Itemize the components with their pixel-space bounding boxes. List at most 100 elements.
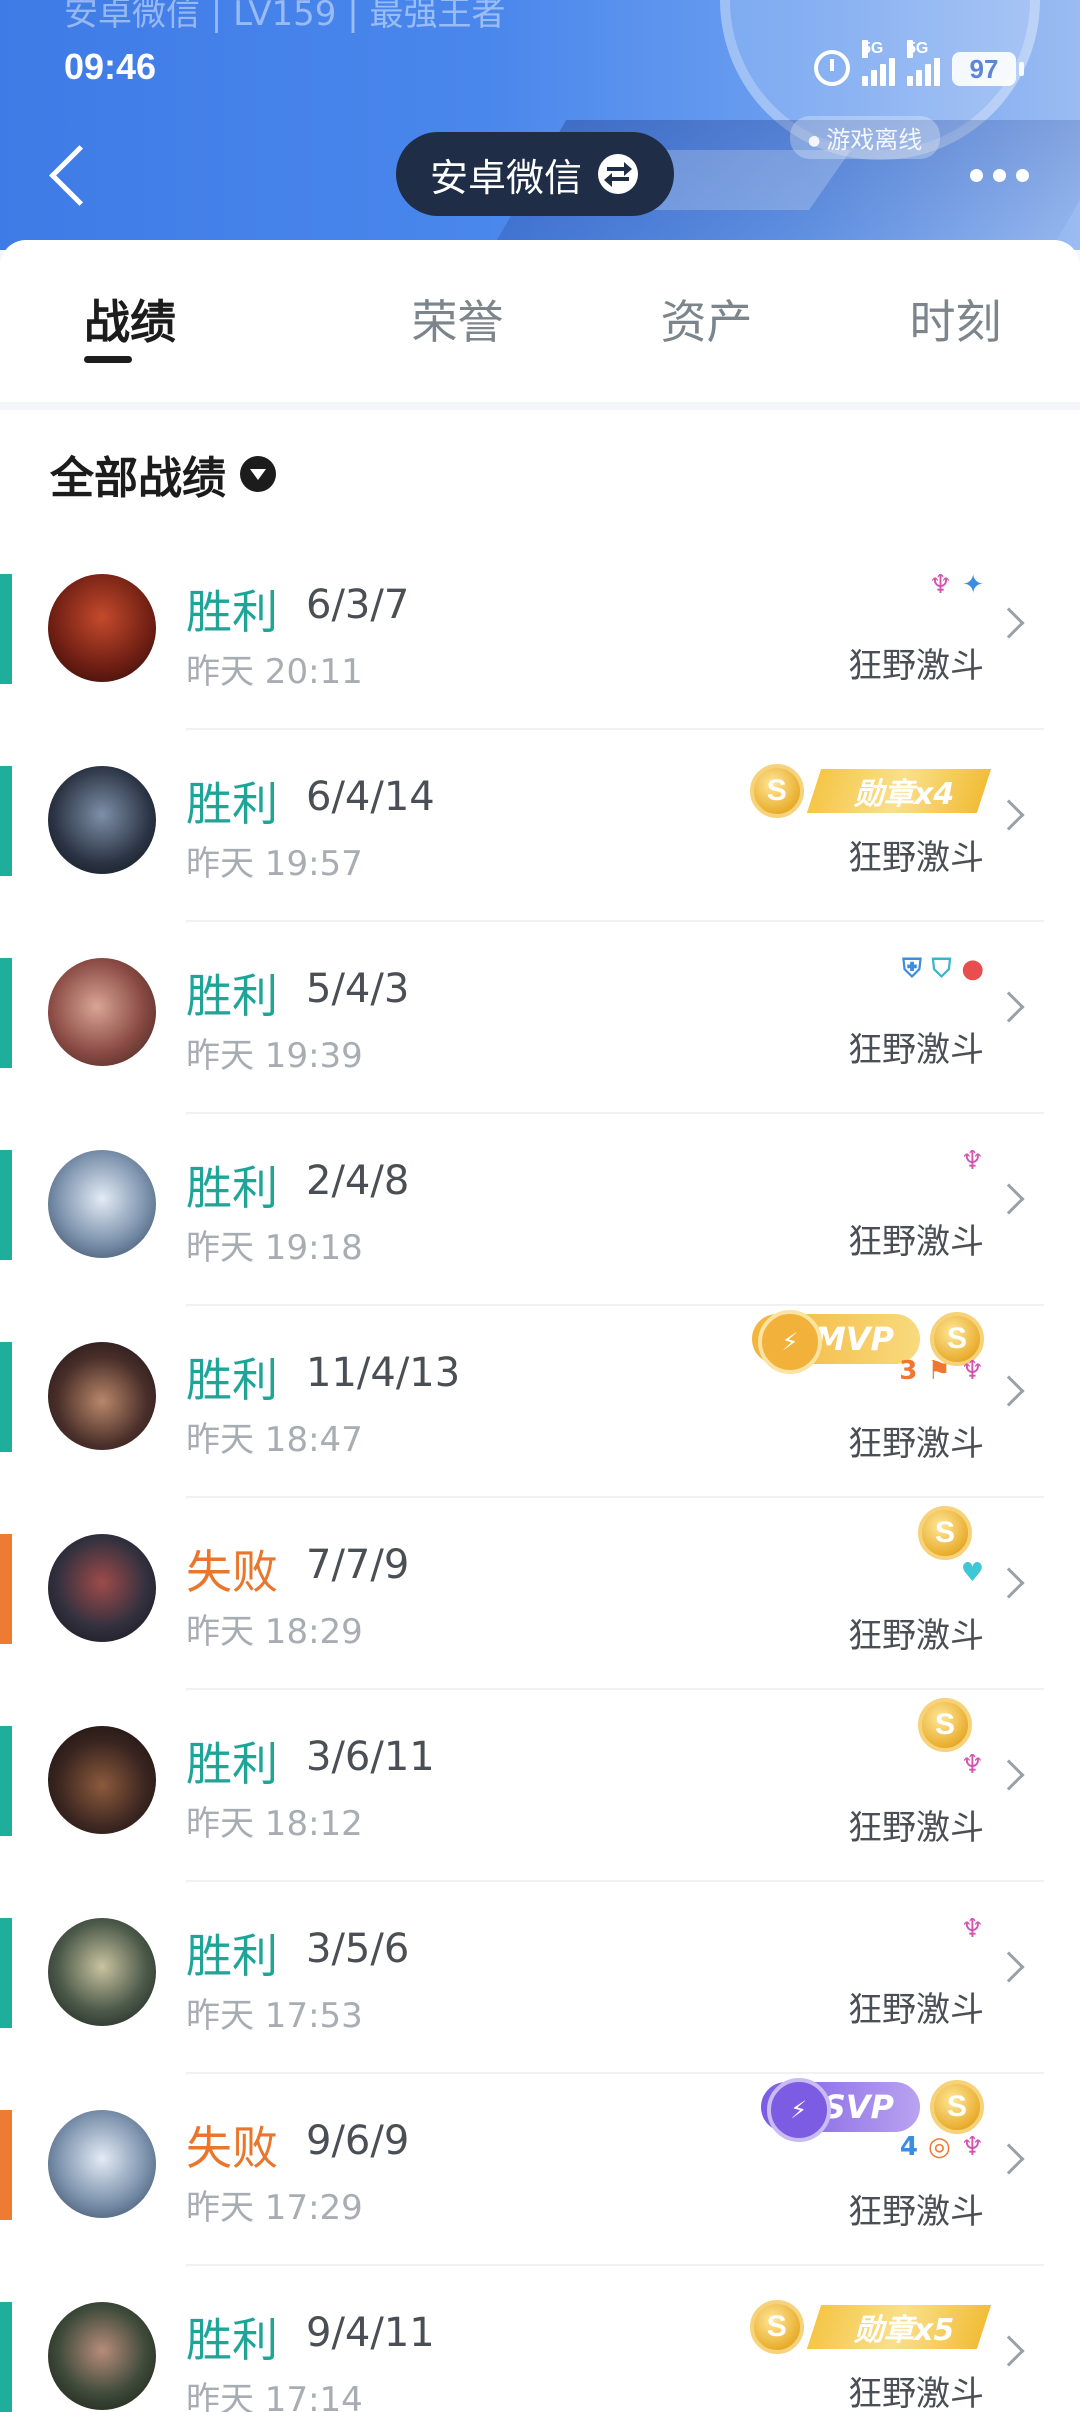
hero-avatar <box>48 1150 156 1258</box>
chevron-right-icon <box>993 1567 1025 1599</box>
match-row[interactable]: 胜利 2/4/8 昨天 19:18 ♆ 狂野激斗 <box>0 1114 1080 1306</box>
match-time: 昨天 18:12 <box>186 1804 363 1844</box>
player-title: 安卓微信 | LV159 | 最强王者 <box>64 0 506 34</box>
match-time: 昨天 17:14 <box>186 2380 363 2412</box>
result-indicator <box>0 2302 12 2412</box>
status-icons: 5G 5G 97 <box>814 40 1024 86</box>
medal-badge: 勋章x5 <box>806 2305 992 2349</box>
match-kda: 9/6/9 <box>306 2118 410 2164</box>
match-kda: 5/4/3 <box>306 966 410 1012</box>
match-result: 失败 <box>186 2121 278 2175</box>
match-badges: ♆ <box>961 1752 984 1778</box>
chevron-right-icon <box>993 607 1025 639</box>
match-time: 昨天 19:57 <box>186 844 363 884</box>
coin-icon: S <box>918 1698 972 1752</box>
match-time: 昨天 17:29 <box>186 2188 363 2228</box>
match-result: 胜利 <box>186 1929 278 1983</box>
hero-avatar <box>48 2302 156 2410</box>
result-indicator <box>0 1150 12 1260</box>
filter-label: 全部战绩 <box>50 453 226 504</box>
match-result: 胜利 <box>186 1737 278 1791</box>
match-result: 失败 <box>186 1545 278 1599</box>
tab-record[interactable]: 战绩 <box>0 240 333 402</box>
match-badges: ♆ ✦ <box>929 572 984 598</box>
tab-bar: 战绩 荣誉 资产 时刻 <box>0 240 1080 402</box>
record-filter-dropdown[interactable]: 全部战绩 <box>50 442 276 506</box>
match-row[interactable]: 胜利 6/3/7 昨天 20:11 ♆ ✦ 狂野激斗 <box>0 538 1080 730</box>
demon-badge-icon: ♆ <box>960 1914 984 1944</box>
game-mode: 狂野激斗 <box>848 1616 984 1656</box>
match-result: 胜利 <box>186 1353 278 1407</box>
match-row[interactable]: 失败 7/7/9 昨天 18:29 S ♥ 狂野激斗 <box>0 1498 1080 1690</box>
match-badges: 3 ⚑ ♆ <box>899 1358 984 1384</box>
game-mode: 狂野激斗 <box>848 1424 984 1464</box>
coin-icon: S <box>749 2300 804 2354</box>
more-icon[interactable] <box>970 160 1040 190</box>
match-result: 胜利 <box>186 585 278 639</box>
match-result: 胜利 <box>186 2313 278 2367</box>
match-badges: ♥ <box>961 1560 984 1586</box>
match-row[interactable]: 胜利 11/4/13 昨天 18:47 MVP S 3 ⚑ ♆ 狂野激斗 <box>0 1306 1080 1498</box>
status-time: 09:46 <box>64 46 157 87</box>
match-list: 全部战绩 胜利 6/3/7 昨天 20:11 ♆ ✦ 狂野激斗 胜利 6/4/1… <box>0 410 1080 2412</box>
match-badges: S 勋章x5 <box>749 2300 992 2354</box>
match-badges: S 勋章x4 <box>749 764 992 818</box>
result-indicator <box>0 1534 12 1644</box>
match-row[interactable]: 胜利 9/4/11 昨天 17:14 S 勋章x5 狂野激斗 <box>0 2266 1080 2412</box>
game-mode: 狂野激斗 <box>848 1030 984 1070</box>
hero-avatar <box>48 1342 156 1450</box>
game-mode: 狂野激斗 <box>848 2192 984 2232</box>
coin-icon: S <box>749 764 804 818</box>
match-badges: 4 ◎ ♆ <box>900 2134 984 2160</box>
match-result: 胜利 <box>186 969 278 1023</box>
chevron-right-icon <box>993 991 1025 1023</box>
flag-badge-icon: ⚑ <box>927 1356 951 1386</box>
match-time: 昨天 20:11 <box>186 652 363 692</box>
coin-icon: S <box>930 2080 984 2134</box>
coins-badge-icon: ◎ <box>928 2132 951 2162</box>
shield-badge-icon: ⛨ <box>902 954 922 984</box>
match-result: 胜利 <box>186 777 278 831</box>
account-label: 安卓微信 <box>430 155 583 200</box>
account-switch-button[interactable]: 安卓微信 <box>396 132 675 216</box>
game-mode: 狂野激斗 <box>848 1990 984 2030</box>
offline-status: 游戏离线 <box>790 116 941 159</box>
match-badges: ♆ <box>961 1916 984 1942</box>
result-indicator <box>0 1342 12 1452</box>
match-time: 昨天 18:47 <box>186 1420 363 1460</box>
match-row[interactable]: 胜利 3/5/6 昨天 17:53 ♆ 狂野激斗 <box>0 1882 1080 2074</box>
match-time: 昨天 18:29 <box>186 1612 363 1652</box>
hero-avatar <box>48 958 156 1066</box>
game-mode: 狂野激斗 <box>848 838 984 878</box>
header: 安卓微信 | LV159 | 最强王者 09:46 5G 5G 97 游戏离线 … <box>0 0 1080 250</box>
demon-badge-icon: ♆ <box>960 1146 984 1176</box>
chevron-right-icon <box>993 799 1025 831</box>
match-row[interactable]: 胜利 6/4/14 昨天 19:57 S 勋章x4 狂野激斗 <box>0 730 1080 922</box>
result-indicator <box>0 1726 12 1836</box>
signal-icon: 5G <box>862 40 895 86</box>
match-time: 昨天 19:18 <box>186 1228 363 1268</box>
tab-assets[interactable]: 资产 <box>582 240 831 402</box>
tab-honor[interactable]: 荣誉 <box>333 240 582 402</box>
match-kda: 6/3/7 <box>306 582 410 628</box>
back-icon[interactable] <box>44 140 100 210</box>
result-indicator <box>0 958 12 1068</box>
match-badges: ♆ <box>961 1148 984 1174</box>
medal-badge: 勋章x4 <box>806 769 992 813</box>
demon-badge-icon: ♆ <box>928 570 953 600</box>
tab-moments[interactable]: 时刻 <box>831 240 1080 402</box>
hero-avatar <box>48 1726 156 1834</box>
match-row[interactable]: 胜利 3/6/11 昨天 18:12 S ♆ 狂野激斗 <box>0 1690 1080 1882</box>
match-time: 昨天 19:39 <box>186 1036 363 1076</box>
shield-badge-icon: ⛉ <box>931 954 952 984</box>
match-row[interactable]: 失败 9/6/9 昨天 17:29 SVP S 4 ◎ ♆ 狂野激斗 <box>0 2074 1080 2266</box>
match-row[interactable]: 胜利 5/4/3 昨天 19:39 ⛨ ⛉ ● 狂野激斗 <box>0 922 1080 1114</box>
match-badges: ⛨ ⛉ ● <box>902 956 984 982</box>
result-indicator <box>0 766 12 876</box>
match-badges: S <box>918 1698 972 1752</box>
game-mode: 狂野激斗 <box>848 646 984 686</box>
alarm-icon <box>814 50 850 86</box>
chevron-right-icon <box>993 1183 1025 1215</box>
battery-icon: 97 <box>952 52 1024 86</box>
match-kda: 3/5/6 <box>306 1926 410 1972</box>
